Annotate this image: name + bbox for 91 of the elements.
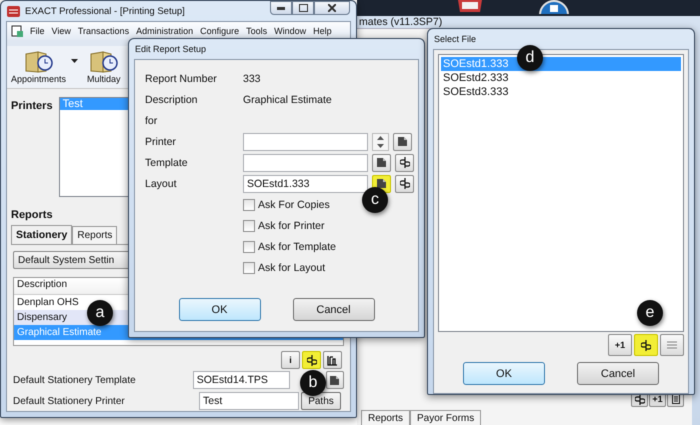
close-button[interactable] <box>314 1 350 15</box>
field-label: Layout <box>145 178 178 190</box>
field-label: Template <box>145 156 189 168</box>
tool-button[interactable] <box>302 351 321 369</box>
tab[interactable]: Reports <box>72 226 118 244</box>
input-field[interactable]: Test <box>199 392 299 410</box>
document-icon <box>330 376 340 384</box>
section-label: Reports <box>11 209 54 223</box>
value-text: Graphical Estimate <box>243 94 333 106</box>
toolbar-button[interactable]: Appointments <box>10 50 68 84</box>
field-label: Default Stationery Template <box>13 374 137 386</box>
list-item[interactable]: SOEstd2.333 <box>441 71 681 85</box>
teeth-icon <box>457 0 483 14</box>
close-icon <box>328 4 336 12</box>
document-icon <box>11 25 23 37</box>
tab[interactable]: Payor Forms <box>410 410 482 425</box>
menu-item[interactable]: File <box>30 26 45 36</box>
tool-button[interactable] <box>323 351 342 369</box>
input-field[interactable] <box>243 154 368 172</box>
checkbox-box[interactable] <box>243 262 255 274</box>
window-title: Select File <box>434 34 476 44</box>
menu-item[interactable]: View <box>52 26 71 36</box>
field-label: Description <box>145 94 199 106</box>
input-field[interactable]: SOEstd1.333 <box>243 174 368 192</box>
columns-icon <box>327 354 338 366</box>
minimize-button[interactable] <box>270 1 292 15</box>
menu-item[interactable]: Administration <box>136 26 194 36</box>
dialog-button[interactable]: Cancel <box>292 298 374 321</box>
checkbox[interactable]: Ask for Template <box>243 240 336 252</box>
document-icon <box>377 179 386 188</box>
spin-control[interactable] <box>372 132 389 150</box>
checkbox-box[interactable] <box>243 220 255 232</box>
restore-icon <box>298 4 308 12</box>
column-header[interactable]: Description <box>14 278 70 294</box>
browse-button[interactable] <box>326 371 344 389</box>
split-icon <box>400 178 410 189</box>
list-icon <box>667 341 677 349</box>
tool-button[interactable] <box>372 154 391 172</box>
dialog-button[interactable]: OK <box>178 298 260 321</box>
split-icon <box>634 394 644 404</box>
tool-button[interactable] <box>634 334 658 356</box>
tab[interactable]: Reports <box>361 410 410 425</box>
split-icon <box>400 157 410 168</box>
checkbox[interactable]: Ask for Printer <box>243 220 325 232</box>
maximize-button[interactable] <box>292 1 314 15</box>
spin-arrows-icon <box>377 134 384 148</box>
window-title: mates (v11.3SP7) <box>358 16 444 28</box>
book-clock-icon <box>88 50 119 72</box>
field-label: Printer <box>145 136 177 148</box>
section-label: Printers <box>11 99 53 114</box>
tab[interactable]: Stationery <box>11 225 72 244</box>
value-text: 333 <box>243 72 262 84</box>
menu-item[interactable]: Transactions <box>78 26 130 36</box>
field-label: Default Stationery Printer <box>13 396 126 406</box>
split-icon <box>641 340 651 350</box>
dialog-button[interactable]: Cancel <box>577 362 659 385</box>
tool-button[interactable] <box>393 132 412 150</box>
checkbox-label: Ask for Template <box>258 240 336 252</box>
document-icon <box>398 137 407 146</box>
dialog-button[interactable]: OK <box>463 362 545 385</box>
checkbox-label: Ask for Layout <box>258 262 326 274</box>
tool-button[interactable] <box>395 154 414 172</box>
input-field[interactable] <box>243 132 368 150</box>
field-label: for <box>145 114 158 126</box>
dropdown-arrow-icon[interactable] <box>71 59 78 63</box>
tool-button[interactable]: i <box>281 351 300 369</box>
toolbar-button[interactable]: Multiday <box>86 50 122 84</box>
window-title: EXACT Professional - [Printing Setup] <box>25 6 185 16</box>
document-icon <box>377 158 386 167</box>
menu-item[interactable]: Help <box>313 26 332 36</box>
split-icon <box>306 354 316 366</box>
checkbox-label: Ask For Copies <box>258 198 330 210</box>
field-label: Report Number <box>145 72 218 84</box>
window-title: Edit Report Setup <box>135 44 206 54</box>
checkbox-box[interactable] <box>243 240 255 252</box>
menu-item[interactable]: Configure <box>200 26 240 36</box>
checkbox-label: Ask for Printer <box>258 220 325 232</box>
list-item[interactable]: SOEstd3.333 <box>441 85 681 99</box>
checkbox[interactable]: Ask For Copies <box>243 198 330 210</box>
paths-button[interactable]: Paths <box>301 392 341 410</box>
tool-button[interactable] <box>395 174 414 192</box>
menu-item[interactable]: Window <box>274 26 306 36</box>
menu-item[interactable]: Tools <box>246 26 268 36</box>
page-icon <box>672 394 680 404</box>
app-icon <box>7 6 20 16</box>
checkbox-box[interactable] <box>243 198 255 210</box>
input-field[interactable]: SOEstd14.TPS <box>192 371 290 389</box>
checkbox[interactable]: Ask for Layout <box>243 262 326 274</box>
minimize-icon <box>277 6 285 10</box>
book-clock-icon <box>24 50 54 72</box>
tool-button[interactable]: +1 <box>608 334 632 356</box>
